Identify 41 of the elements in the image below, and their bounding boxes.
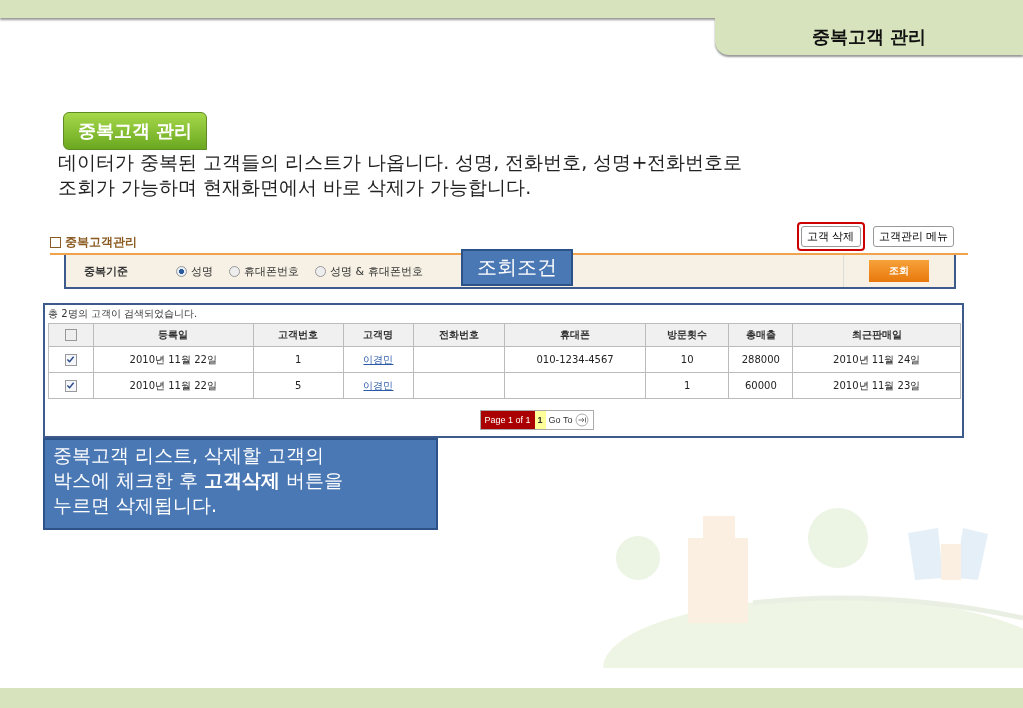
filter-label: 중복기준 — [83, 263, 129, 279]
column-header: 총매출 — [728, 323, 793, 347]
column-header: 전화번호 — [413, 323, 505, 347]
table-cell: 60000 — [744, 380, 777, 391]
callout-label: 조회조건 — [461, 249, 573, 286]
go-to-label: Go To — [547, 414, 574, 427]
description: 데이터가 중복된 고객들의 리스트가 나옵니다. 성명, 전화번호, 성명+전화번호로 조회가 가능하며 현재화면에서 바로 삭제가 가능합니다. — [58, 150, 744, 200]
table-cell: 2010년 11월 22일 — [129, 353, 217, 365]
slide-title: 중복고객 관리 — [811, 24, 927, 49]
page-title: 중복고객관리 — [50, 234, 137, 251]
table-cell: 1 — [683, 380, 691, 391]
table-cell: 2010년 11월 24일 — [833, 353, 921, 365]
column-header: 휴대폰 — [504, 323, 646, 347]
radio-option[interactable]: 휴대폰번호 — [229, 263, 299, 279]
table-cell: 1 — [294, 354, 302, 365]
table-cell: 010-1234-4567 — [536, 354, 614, 365]
radio-option[interactable]: 성명 & 휴대폰번호 — [315, 263, 423, 279]
row-checkbox[interactable] — [64, 353, 77, 366]
table-cell: 10 — [680, 354, 694, 365]
column-header: 방문횟수 — [645, 323, 729, 347]
table-cell: 288000 — [741, 354, 780, 365]
column-header: 고객번호 — [253, 323, 344, 347]
page-number[interactable]: 1 — [534, 411, 546, 429]
column-header: 최근판매일 — [792, 323, 961, 347]
select-all-checkbox[interactable] — [64, 329, 77, 341]
result-count: 총 2명의 고객이 검색되었습니다. — [48, 307, 199, 321]
row-checkbox[interactable] — [64, 379, 77, 392]
radio-option[interactable]: 성명 — [176, 263, 213, 279]
action-button[interactable]: 고객관리 메뉴 — [872, 226, 954, 247]
column-header: 고객명 — [343, 323, 414, 347]
callout-note: 중복고객 리스트, 삭제할 고객의 박스에 체크한 후 고객삭제 버튼을 누르면 삭제됩니다. — [43, 438, 438, 530]
action-button[interactable]: 고객 삭제 — [801, 226, 861, 247]
table-cell: 2010년 11월 23일 — [833, 379, 921, 391]
table-cell: 5 — [294, 380, 302, 391]
go-icon[interactable] — [575, 413, 590, 427]
customer-name-link[interactable]: 이경민 — [363, 353, 394, 365]
page-summary: Page 1 of 1 — [480, 411, 535, 429]
section-badge: 중복고객 관리 — [63, 112, 208, 150]
table-cell: 2010년 11월 22일 — [129, 379, 217, 391]
customer-name-link[interactable]: 이경민 — [363, 379, 394, 391]
column-header: 등록일 — [93, 323, 254, 347]
